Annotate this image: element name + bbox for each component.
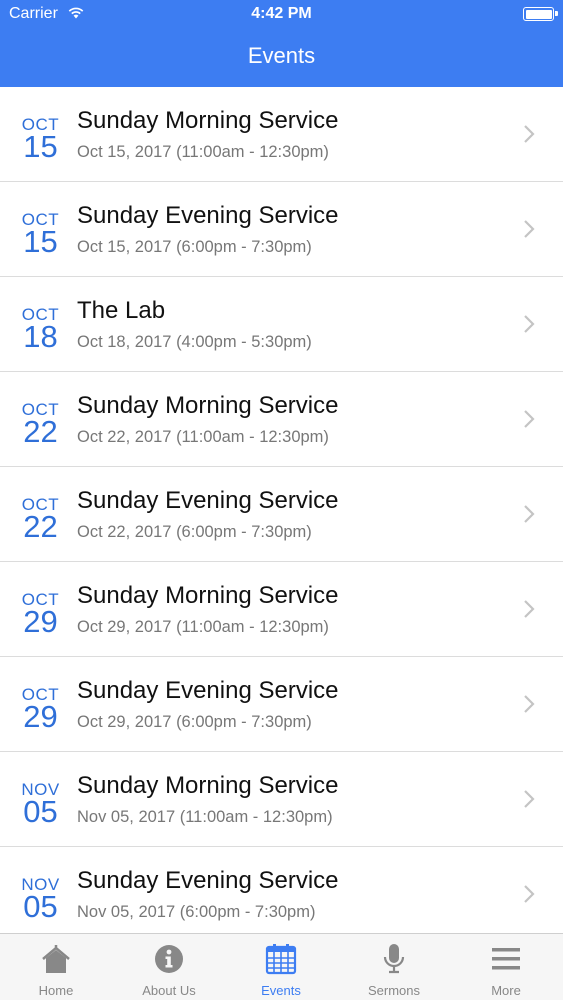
chevron-right-icon bbox=[524, 125, 535, 143]
calendar-icon bbox=[265, 944, 297, 975]
event-datetime: Oct 29, 2017 (6:00pm - 7:30pm) bbox=[77, 713, 312, 731]
status-time: 4:42 PM bbox=[251, 5, 312, 22]
events-list: OCT 15 Sunday Morning Service Oct 15, 20… bbox=[0, 87, 563, 933]
event-row[interactable]: OCT 22 Sunday Evening Service Oct 22, 20… bbox=[0, 467, 563, 562]
event-title: Sunday Morning Service bbox=[77, 107, 339, 134]
event-title: Sunday Morning Service bbox=[77, 392, 339, 419]
tab-label: Home bbox=[38, 983, 74, 998]
event-datetime: Oct 22, 2017 (6:00pm - 7:30pm) bbox=[77, 523, 312, 541]
tab-home[interactable]: Home bbox=[0, 934, 112, 1000]
event-datetime: Nov 05, 2017 (6:00pm - 7:30pm) bbox=[77, 903, 316, 921]
event-row[interactable]: OCT 15 Sunday Evening Service Oct 15, 20… bbox=[0, 182, 563, 277]
event-day: 29 bbox=[23, 699, 58, 734]
event-row[interactable]: OCT 15 Sunday Morning Service Oct 15, 20… bbox=[0, 87, 563, 182]
event-datetime: Oct 15, 2017 (11:00am - 12:30pm) bbox=[77, 143, 329, 161]
chevron-right-icon bbox=[524, 885, 535, 903]
event-day: 05 bbox=[23, 889, 58, 924]
event-row[interactable]: NOV 05 Sunday Morning Service Nov 05, 20… bbox=[0, 752, 563, 847]
chevron-right-icon bbox=[524, 600, 535, 618]
status-bar: Carrier 4:42 PM bbox=[0, 0, 563, 30]
event-day: 22 bbox=[23, 414, 58, 449]
tab-more[interactable]: More bbox=[450, 934, 562, 1000]
event-row[interactable]: OCT 29 Sunday Morning Service Oct 29, 20… bbox=[0, 562, 563, 657]
event-title: Sunday Evening Service bbox=[77, 677, 339, 704]
event-row[interactable]: OCT 29 Sunday Evening Service Oct 29, 20… bbox=[0, 657, 563, 752]
event-day: 05 bbox=[23, 794, 58, 829]
event-datetime: Nov 05, 2017 (11:00am - 12:30pm) bbox=[77, 808, 333, 826]
chevron-right-icon bbox=[524, 410, 535, 428]
event-row[interactable]: NOV 05 Sunday Evening Service Nov 05, 20… bbox=[0, 847, 563, 933]
event-datetime: Oct 15, 2017 (6:00pm - 7:30pm) bbox=[77, 238, 312, 256]
tab-label: About Us bbox=[142, 983, 196, 998]
event-datetime: Oct 29, 2017 (11:00am - 12:30pm) bbox=[77, 618, 329, 636]
event-datetime: Oct 22, 2017 (11:00am - 12:30pm) bbox=[77, 428, 329, 446]
event-day: 15 bbox=[23, 224, 58, 259]
page-title: Events bbox=[247, 43, 316, 68]
chevron-right-icon bbox=[524, 790, 535, 808]
tab-sermons[interactable]: Sermons bbox=[338, 934, 450, 1000]
event-title: Sunday Evening Service bbox=[77, 487, 339, 514]
menu-icon bbox=[492, 948, 520, 970]
event-title: Sunday Morning Service bbox=[77, 772, 339, 799]
event-day: 18 bbox=[23, 319, 58, 354]
event-day: 29 bbox=[23, 604, 58, 639]
home-icon bbox=[42, 945, 70, 973]
tab-events[interactable]: Events bbox=[225, 934, 337, 1000]
tab-label: More bbox=[491, 983, 521, 998]
chevron-right-icon bbox=[524, 220, 535, 238]
tab-about-us[interactable]: About Us bbox=[113, 934, 225, 1000]
chevron-right-icon bbox=[524, 315, 535, 333]
microphone-icon bbox=[383, 944, 405, 974]
event-row[interactable]: OCT 22 Sunday Morning Service Oct 22, 20… bbox=[0, 372, 563, 467]
chevron-right-icon bbox=[524, 505, 535, 523]
event-title: Sunday Evening Service bbox=[77, 867, 339, 894]
tab-label: Sermons bbox=[367, 983, 421, 998]
event-title: Sunday Morning Service bbox=[77, 582, 339, 609]
tab-bar: Home About Us Events Sermons More bbox=[0, 933, 563, 1000]
event-title: Sunday Evening Service bbox=[77, 202, 339, 229]
navigation-header: Carrier 4:42 PM Events bbox=[0, 0, 563, 87]
chevron-right-icon bbox=[524, 695, 535, 713]
tab-label: Events bbox=[261, 983, 301, 998]
event-row[interactable]: OCT 18 The Lab Oct 18, 2017 (4:00pm - 5:… bbox=[0, 277, 563, 372]
battery-icon bbox=[523, 7, 558, 21]
event-datetime: Oct 18, 2017 (4:00pm - 5:30pm) bbox=[77, 333, 312, 351]
event-day: 15 bbox=[23, 129, 58, 164]
event-title: The Lab bbox=[77, 297, 166, 324]
event-day: 22 bbox=[23, 509, 58, 544]
info-icon bbox=[155, 945, 183, 973]
